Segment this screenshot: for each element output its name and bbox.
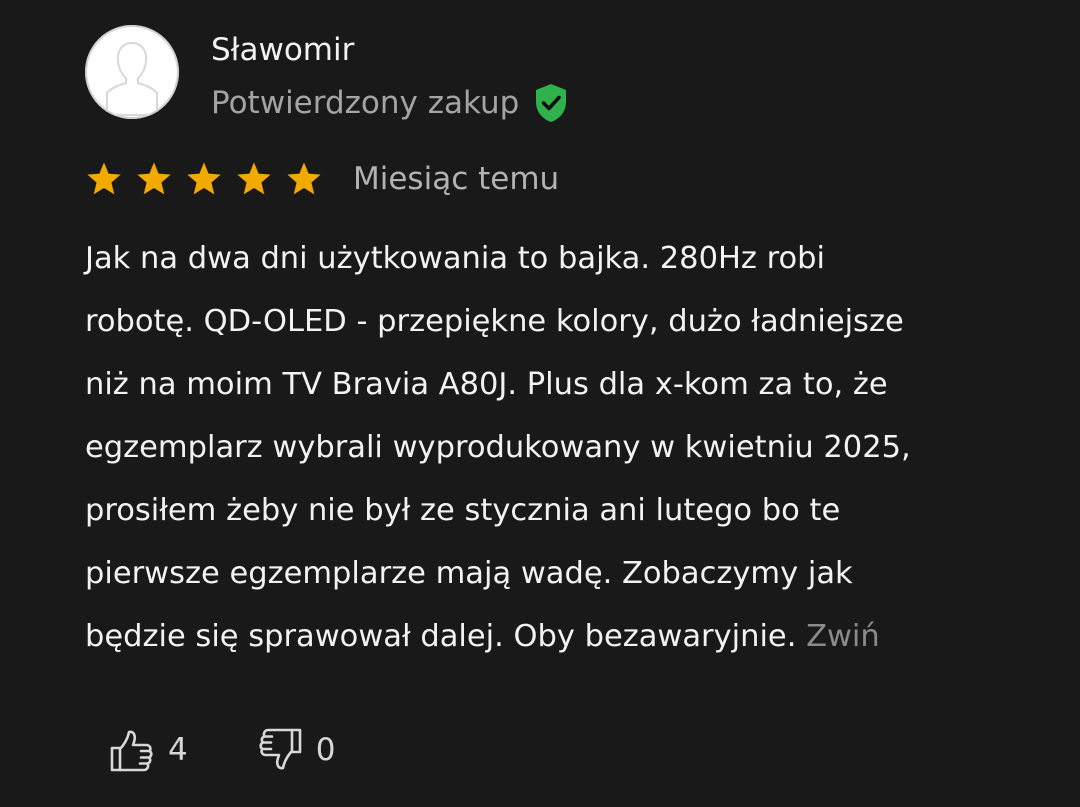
review-text-line: prosiłem żeby nie był ze stycznia ani lu… xyxy=(85,493,841,528)
author-name: Sławomir xyxy=(211,32,355,68)
review-text-line: Jak na dwa dni użytkowania to bajka. 280… xyxy=(85,241,825,276)
dislike-button[interactable]: 0 xyxy=(256,726,336,774)
star-icon xyxy=(185,160,223,198)
verified-purchase-label: Potwierdzony zakup xyxy=(211,85,520,121)
like-count: 4 xyxy=(168,732,188,768)
review-text-last-line: będzie się sprawował dalej. Oby bezawary… xyxy=(85,605,1005,668)
vote-bar: 4 0 xyxy=(108,726,335,774)
review-text-line: robotę. QD-OLED - przepiękne kolory, duż… xyxy=(85,304,904,339)
star-icon xyxy=(135,160,173,198)
review-date: Miesiąc temu xyxy=(353,161,560,197)
like-button[interactable]: 4 xyxy=(108,726,188,774)
review-card: Sławomir Potwierdzony zakup Miesiąc temu… xyxy=(0,0,1080,807)
shield-check-icon xyxy=(533,82,569,124)
verified-purchase-badge: Potwierdzony zakup xyxy=(211,82,569,124)
user-silhouette-icon xyxy=(85,25,179,119)
review-text-line: egzemplarz wybrali wyprodukowany w kwiet… xyxy=(85,430,911,465)
thumbs-down-icon xyxy=(259,728,302,770)
rating-row: Miesiąc temu xyxy=(85,156,559,202)
collapse-link[interactable]: Zwiń xyxy=(806,619,880,654)
review-text: Jak na dwa dni użytkowania to bajka. 280… xyxy=(85,227,1005,668)
review-text-line: pierwsze egzemplarze mają wadę. Zobaczym… xyxy=(85,556,853,591)
thumbs-up-icon xyxy=(110,730,153,772)
star-rating xyxy=(85,160,335,198)
star-icon xyxy=(85,160,123,198)
review-text-line: będzie się sprawował dalej. Oby bezawary… xyxy=(85,619,797,654)
star-icon xyxy=(235,160,273,198)
avatar xyxy=(85,25,179,119)
dislike-count: 0 xyxy=(315,732,336,768)
star-icon xyxy=(285,160,323,198)
review-text-line: niż na moim TV Bravia A80J. Plus dla x-k… xyxy=(85,367,888,402)
